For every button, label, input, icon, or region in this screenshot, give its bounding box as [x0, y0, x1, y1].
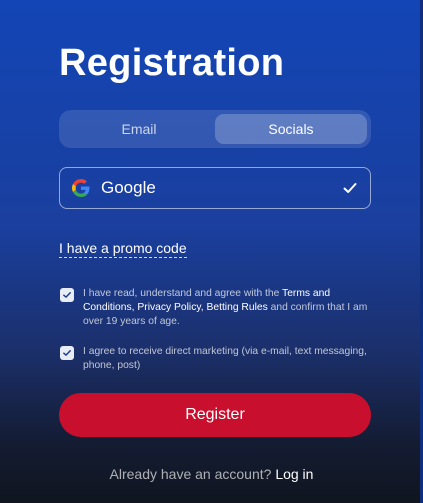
terms-agreement: I have read, understand and agree with t… [60, 287, 372, 329]
terms-sep1: , [131, 302, 135, 313]
terms-sep2: , [200, 302, 204, 313]
checkbox-check-icon [63, 350, 71, 356]
tab-email[interactable]: Email [63, 114, 215, 144]
login-prompt-row: Already have an account? Log in [0, 466, 423, 482]
social-provider-select[interactable]: Google [59, 167, 371, 209]
checkmark-icon [342, 180, 358, 196]
social-provider-value: Google [101, 178, 156, 197]
google-icon [72, 179, 90, 197]
checkbox-check-icon [63, 292, 71, 298]
promo-code-link[interactable]: I have a promo code [59, 240, 187, 258]
marketing-agreement: I agree to receive direct marketing (via… [60, 345, 372, 373]
marketing-checkbox[interactable] [60, 346, 74, 360]
login-prompt: Already have an account? [109, 466, 272, 482]
registration-method-tabs: Email Socials [59, 110, 371, 148]
page-title: Registration [59, 42, 285, 84]
register-button[interactable]: Register [59, 393, 371, 437]
terms-checkbox[interactable] [60, 288, 74, 302]
terms-prefix: I have read, understand and agree with t… [83, 288, 280, 299]
marketing-text: I agree to receive direct marketing (via… [83, 346, 367, 371]
login-link[interactable]: Log in [275, 466, 313, 482]
privacy-link[interactable]: Privacy Policy [137, 302, 200, 313]
tab-socials[interactable]: Socials [215, 114, 367, 144]
betting-rules-link[interactable]: Betting Rules [206, 302, 267, 313]
terms-text: I have read, understand and agree with t… [83, 287, 372, 329]
